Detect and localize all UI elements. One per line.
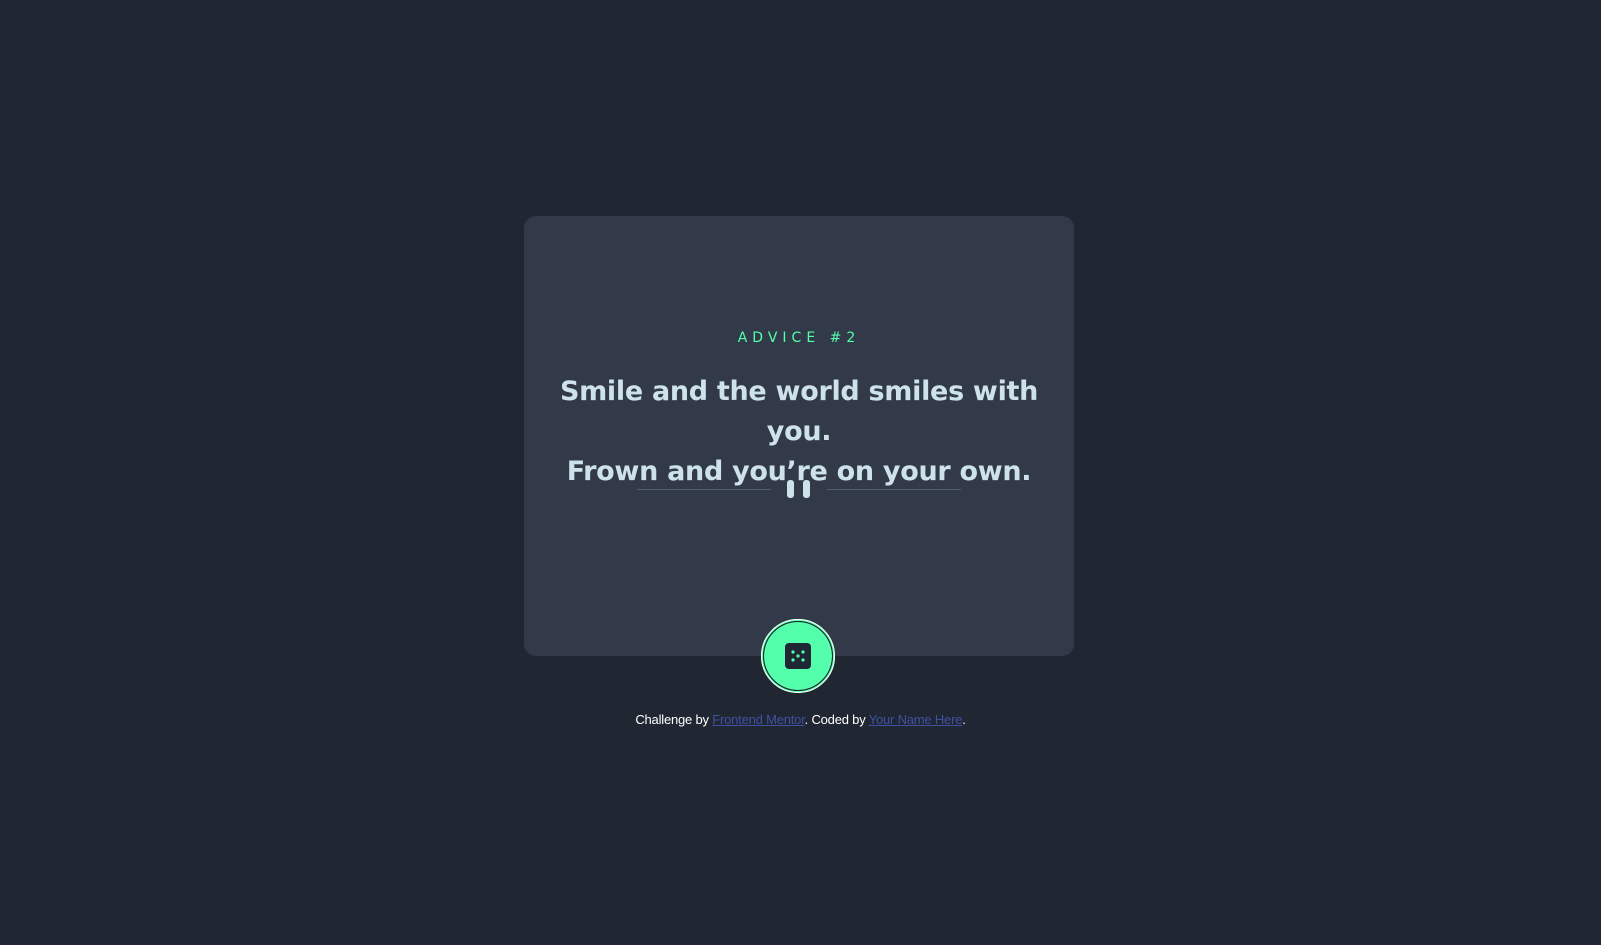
- attribution-middle: . Coded by: [804, 712, 869, 727]
- attribution: Challenge by Frontend Mentor. Coded by Y…: [0, 712, 1601, 727]
- pause-quote-divider-icon: [637, 480, 961, 500]
- frontend-mentor-link[interactable]: Frontend Mentor: [712, 712, 805, 727]
- advice-quote: Smile and the world smiles with you. Fro…: [544, 372, 1054, 492]
- advice-id-label: ADVICE #2: [737, 330, 861, 346]
- attribution-prefix: Challenge by: [635, 712, 713, 727]
- advice-card: ADVICE #2 Smile and the world smiles wit…: [524, 216, 1074, 656]
- dice-icon: [785, 643, 811, 669]
- dice-button[interactable]: [761, 619, 835, 693]
- advice-quote-line-1: Smile and the world smiles with you.: [559, 376, 1039, 447]
- attribution-suffix: .: [962, 712, 966, 727]
- author-link[interactable]: Your Name Here: [869, 712, 963, 727]
